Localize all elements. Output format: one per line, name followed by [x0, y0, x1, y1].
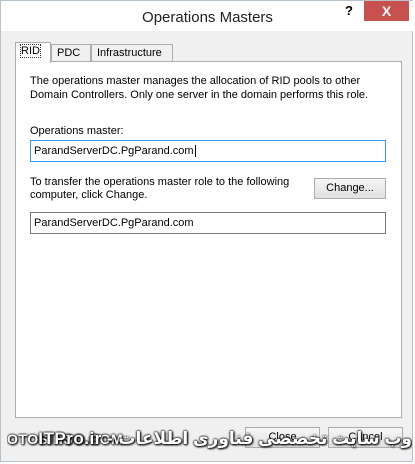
close-button[interactable]: Close	[245, 427, 320, 448]
operations-master-field[interactable]: ParandServerDC.PgParand.com	[30, 140, 386, 162]
tab-pdc[interactable]: PDC	[51, 44, 91, 61]
target-computer-field[interactable]: ParandServerDC.PgParand.com	[30, 212, 386, 234]
operations-masters-dialog: Operations Masters ? X RID PDC Infrastru…	[0, 0, 414, 462]
title-bar[interactable]: Operations Masters ? X	[1, 1, 414, 31]
cancel-button[interactable]: Cancel	[328, 427, 403, 448]
help-button[interactable]: ?	[334, 1, 364, 21]
tab-rid[interactable]: RID	[15, 42, 51, 63]
watermark-left: OTOSINSO.COM	[7, 431, 124, 447]
change-button[interactable]: Change...	[314, 178, 386, 199]
transfer-instructions: To transfer the operations master role t…	[30, 176, 290, 201]
tab-infrastructure-label: Infrastructure	[97, 47, 162, 59]
rid-tab-panel: The operations master manages the alloca…	[15, 61, 402, 418]
operations-master-label: Operations master:	[30, 125, 124, 137]
operations-master-value: ParandServerDC.PgParand.com	[34, 145, 194, 157]
target-computer-value: ParandServerDC.PgParand.com	[34, 217, 194, 229]
tab-pdc-label: PDC	[57, 47, 81, 59]
rid-description: The operations master manages the alloca…	[30, 75, 369, 101]
tab-rid-label: RID	[20, 44, 41, 58]
close-window-button[interactable]: X	[364, 1, 409, 21]
text-caret	[194, 145, 196, 158]
tab-infrastructure[interactable]: Infrastructure	[91, 44, 173, 61]
